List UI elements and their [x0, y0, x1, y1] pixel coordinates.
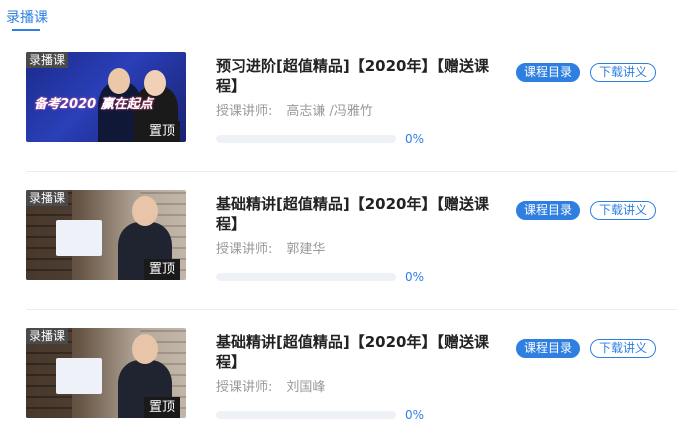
course-item: 备考2020 赢在起点 录播课 置顶 预习进阶[超值精品]【2020年】【赠送课…	[0, 34, 677, 172]
teacher-label: 授课讲师:	[216, 380, 273, 395]
progress-bar	[216, 273, 396, 281]
progress-bar	[216, 411, 396, 419]
teacher-info: 授课讲师: 高志谦 /冯雅竹	[216, 100, 373, 119]
course-title[interactable]: 预习进阶[超值精品]【2020年】【赠送课程】	[216, 56, 506, 96]
pinned-badge: 置顶	[143, 121, 180, 142]
tab-bar: 录播课	[0, 0, 677, 34]
teacher-name: 刘国峰	[286, 380, 326, 395]
download-handout-button[interactable]: 下载讲义	[590, 201, 656, 220]
teacher-name: 郭建华	[286, 242, 326, 257]
course-stand-card	[56, 358, 102, 394]
download-handout-button[interactable]: 下载讲义	[590, 63, 656, 82]
course-catalog-button[interactable]: 课程目录	[516, 201, 580, 220]
course-item: 录播课 置顶 基础精讲[超值精品]【2020年】【赠送课程】 授课讲师: 郭建华 …	[0, 172, 677, 310]
progress-bar	[216, 135, 396, 143]
teacher-name: 高志谦 /冯雅竹	[286, 104, 373, 119]
teacher-label: 授课讲师:	[216, 242, 273, 257]
teacher-label: 授课讲师:	[216, 104, 273, 119]
recorded-badge: 录播课	[26, 190, 69, 206]
teacher-head	[144, 70, 166, 96]
course-title[interactable]: 基础精讲[超值精品]【2020年】【赠送课程】	[216, 332, 506, 372]
pinned-badge: 置顶	[143, 397, 180, 418]
progress-percent: 0%	[405, 270, 425, 284]
recorded-badge: 录播课	[26, 52, 69, 68]
teacher-head	[132, 334, 158, 364]
download-handout-button[interactable]: 下载讲义	[590, 339, 656, 358]
course-catalog-button[interactable]: 课程目录	[516, 339, 580, 358]
thumbnail-slogan: 备考2020 赢在起点	[34, 97, 153, 112]
progress-percent: 0%	[405, 132, 425, 146]
course-catalog-button[interactable]: 课程目录	[516, 63, 580, 82]
course-title[interactable]: 基础精讲[超值精品]【2020年】【赠送课程】	[216, 194, 506, 234]
tab-recorded-courses[interactable]: 录播课	[6, 7, 48, 27]
teacher-head	[132, 196, 158, 226]
teacher-head	[108, 68, 130, 94]
course-stand-card	[56, 220, 102, 256]
pinned-badge: 置顶	[143, 259, 180, 280]
teacher-info: 授课讲师: 郭建华	[216, 238, 325, 257]
active-tab-indicator	[12, 29, 40, 31]
teacher-info: 授课讲师: 刘国峰	[216, 376, 325, 395]
course-item: 录播课 置顶 基础精讲[超值精品]【2020年】【赠送课程】 授课讲师: 刘国峰 …	[0, 310, 677, 445]
course-thumbnail[interactable]: 备考2020 赢在起点 录播课 置顶	[26, 52, 186, 142]
course-thumbnail[interactable]: 录播课 置顶	[26, 190, 186, 280]
recorded-badge: 录播课	[26, 328, 69, 344]
progress-percent: 0%	[405, 408, 425, 422]
course-thumbnail[interactable]: 录播课 置顶	[26, 328, 186, 418]
